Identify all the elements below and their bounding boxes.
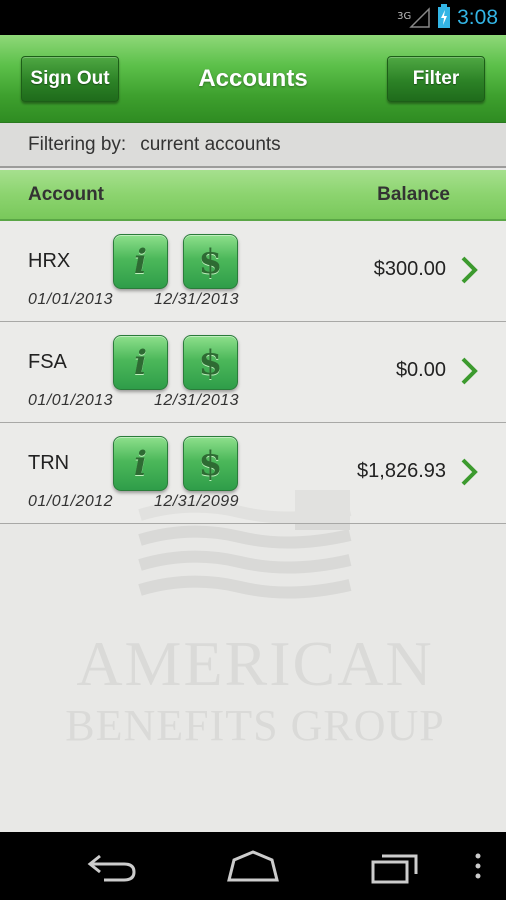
back-icon[interactable] xyxy=(86,846,138,886)
info-icon: i xyxy=(134,443,147,484)
filter-summary: Filtering by: current accounts xyxy=(0,123,506,168)
overflow-menu-icon[interactable] xyxy=(472,846,484,886)
end-date: 12/31/2013 xyxy=(154,392,240,409)
info-button[interactable]: i xyxy=(113,234,168,289)
end-date: 12/31/2013 xyxy=(154,291,240,308)
chevron-right-icon[interactable] xyxy=(460,457,478,487)
action-bar: Sign Out Accounts Filter xyxy=(0,35,506,123)
home-icon[interactable] xyxy=(226,846,280,886)
account-code: TRN xyxy=(28,452,70,474)
transactions-button[interactable]: $ xyxy=(183,436,238,491)
transactions-button[interactable]: $ xyxy=(183,234,238,289)
chevron-right-icon[interactable] xyxy=(460,356,478,386)
account-row[interactable]: FSA i $ 01/01/2013 12/31/2013 $0.00 xyxy=(0,322,506,423)
status-bar: 3G 3:08 xyxy=(0,0,506,35)
start-date: 01/01/2012 xyxy=(28,493,114,510)
account-code: HRX xyxy=(28,250,71,272)
watermark-line-1: AMERICAN xyxy=(76,628,433,699)
account-balance: $300.00 xyxy=(373,258,446,280)
company-logo-watermark: AMERICAN BENEFITS GROUP xyxy=(65,490,445,750)
account-code: FSA xyxy=(28,351,67,373)
filter-value: current accounts xyxy=(140,133,281,155)
start-date: 01/01/2013 xyxy=(28,291,114,308)
recent-apps-icon[interactable] xyxy=(370,846,422,886)
dollar-icon: $ xyxy=(198,342,223,383)
column-header: Account Balance xyxy=(0,170,506,221)
chevron-right-icon[interactable] xyxy=(460,255,478,285)
signal-icon: 3G xyxy=(397,6,431,29)
battery-icon xyxy=(437,3,451,32)
account-balance: $0.00 xyxy=(395,359,446,381)
watermark-line-2: BENEFITS GROUP xyxy=(65,701,445,750)
account-column-header: Account xyxy=(28,184,104,205)
filter-button[interactable]: Filter xyxy=(387,56,485,102)
account-row[interactable]: TRN i $ 01/01/2012 12/31/2099 $1,826.93 xyxy=(0,423,506,524)
status-icons: 3G 3:08 xyxy=(397,0,498,35)
info-icon: i xyxy=(134,342,147,383)
filter-label: Filtering by: xyxy=(28,133,127,155)
account-row[interactable]: HRX i $ 01/01/2013 12/31/2013 $300.00 xyxy=(0,221,506,322)
network-type: 3G xyxy=(397,10,412,22)
info-button[interactable]: i xyxy=(113,335,168,390)
navigation-bar xyxy=(0,832,506,900)
end-date: 12/31/2099 xyxy=(154,493,240,510)
dollar-icon: $ xyxy=(198,241,223,282)
dollar-icon: $ xyxy=(198,443,223,484)
clock: 3:08 xyxy=(457,5,498,29)
info-icon: i xyxy=(134,241,147,282)
balance-column-header: Balance xyxy=(377,184,450,205)
info-button[interactable]: i xyxy=(113,436,168,491)
account-balance: $1,826.93 xyxy=(357,460,446,482)
start-date: 01/01/2013 xyxy=(28,392,114,409)
transactions-button[interactable]: $ xyxy=(183,335,238,390)
